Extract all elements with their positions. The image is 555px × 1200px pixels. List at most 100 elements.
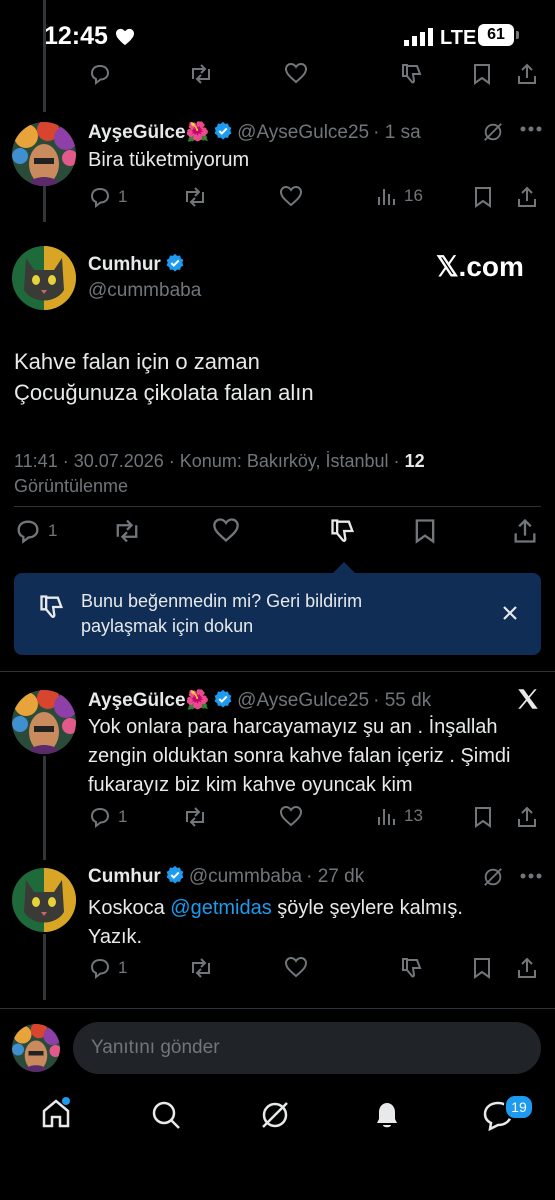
divider bbox=[0, 671, 555, 672]
like-icon[interactable] bbox=[284, 956, 308, 978]
heart-icon bbox=[115, 28, 135, 46]
tweet-text: Bira tüketmiyorum bbox=[88, 149, 250, 171]
share-icon[interactable] bbox=[515, 805, 539, 829]
reply-line: Yok onlara para harcayamayız şu an . İnş… bbox=[88, 716, 498, 738]
nav-search[interactable] bbox=[150, 1099, 182, 1131]
reply-input[interactable]: Yanıtını gönder bbox=[73, 1022, 541, 1074]
reply-icon bbox=[88, 185, 112, 209]
status-time: 12:45 bbox=[44, 22, 135, 51]
views-button[interactable]: 13 bbox=[376, 805, 423, 827]
author-handle[interactable]: @cummbaba bbox=[88, 280, 201, 302]
verified-badge-icon bbox=[165, 865, 185, 885]
avatar-cumhur[interactable] bbox=[12, 246, 76, 310]
tweet-header: AyşeGülce🌺 @AyseGulce25 · 55 dk bbox=[88, 688, 431, 712]
tweet-header: AyşeGülce🌺 @AyseGulce25 · 1 sa bbox=[88, 120, 421, 144]
retweet-icon[interactable] bbox=[112, 517, 142, 545]
more-icon[interactable] bbox=[520, 873, 542, 879]
bell-icon bbox=[377, 1103, 397, 1128]
reply-button[interactable]: 1 bbox=[88, 185, 127, 209]
grok-icon[interactable] bbox=[482, 121, 504, 143]
battery-tip bbox=[516, 31, 519, 39]
share-icon[interactable] bbox=[515, 185, 539, 209]
reply-button[interactable]: 1 bbox=[88, 956, 127, 980]
dislike-icon[interactable] bbox=[329, 517, 357, 545]
tweet-actions: 1 13 bbox=[0, 805, 555, 835]
tweet-header: Cumhur @cummbaba · 27 dk bbox=[88, 865, 364, 888]
retweet-icon[interactable] bbox=[188, 956, 214, 980]
like-icon[interactable] bbox=[284, 62, 308, 84]
main-tweet-line: Kahve falan için o zaman bbox=[14, 349, 260, 374]
reply-icon bbox=[14, 517, 42, 545]
author-name[interactable]: AyşeGülce🌺 bbox=[88, 690, 209, 711]
reply-line: fukarayız biz kim kahve oyuncak kim bbox=[88, 774, 413, 796]
bookmark-icon[interactable] bbox=[471, 956, 493, 980]
avatar-aysegulce[interactable] bbox=[12, 690, 76, 754]
grok-icon[interactable] bbox=[482, 866, 504, 888]
reply-button[interactable]: 1 bbox=[88, 805, 127, 829]
x-logo-icon bbox=[515, 686, 541, 712]
retweet-icon[interactable] bbox=[182, 805, 208, 829]
top-action-row bbox=[0, 62, 555, 92]
meta-text: 11:41 · 30.07.2026 · Konum: Bakırköy, İs… bbox=[14, 451, 400, 471]
thread-line bbox=[43, 0, 46, 112]
divider bbox=[0, 1008, 555, 1009]
views-icon bbox=[376, 185, 398, 207]
share-icon[interactable] bbox=[515, 62, 539, 86]
more-icon[interactable] bbox=[520, 126, 542, 132]
bookmark-icon[interactable] bbox=[412, 517, 438, 545]
verified-badge-icon bbox=[213, 689, 233, 709]
author-name[interactable]: Cumhur bbox=[88, 866, 161, 887]
reply-count: 1 bbox=[118, 807, 128, 826]
avatar-cumhur[interactable] bbox=[12, 868, 76, 932]
bookmark-icon[interactable] bbox=[472, 185, 494, 209]
like-icon[interactable] bbox=[212, 517, 240, 543]
tweet-meta: 11:41 · 30.07.2026 · Konum: Bakırköy, İs… bbox=[14, 449, 544, 499]
feedback-banner[interactable]: Bunu beğenmedin mi? Geri bildirim paylaş… bbox=[14, 573, 541, 655]
author-handle[interactable]: @AyseGulce25 bbox=[237, 690, 369, 711]
author-name[interactable]: Cumhur bbox=[88, 254, 161, 275]
share-icon[interactable] bbox=[511, 517, 539, 545]
battery-level: 61 bbox=[487, 26, 505, 43]
network-label: LTE bbox=[440, 27, 477, 49]
like-icon[interactable] bbox=[279, 805, 303, 827]
dislike-icon[interactable] bbox=[399, 62, 425, 86]
verified-badge-icon bbox=[165, 253, 185, 273]
banner-pointer bbox=[333, 562, 355, 573]
share-icon[interactable] bbox=[515, 956, 539, 980]
mention-link[interactable]: @getmidas bbox=[170, 897, 271, 919]
reply-count: 1 bbox=[118, 958, 128, 977]
tweet-time: · 27 dk bbox=[306, 866, 365, 887]
author-handle[interactable]: @cummbaba bbox=[189, 866, 302, 887]
views-button[interactable]: 16 bbox=[376, 185, 423, 207]
reply-icon bbox=[88, 956, 112, 980]
my-avatar[interactable] bbox=[12, 1024, 60, 1072]
retweet-icon[interactable] bbox=[188, 62, 214, 86]
battery-icon: 61 bbox=[478, 24, 514, 46]
author-name[interactable]: AyşeGülce🌺 bbox=[88, 122, 209, 143]
reply-count: 1 bbox=[118, 187, 128, 206]
tweet-time: · 1 sa bbox=[373, 122, 421, 143]
nav-notifications[interactable] bbox=[371, 1099, 403, 1131]
feedback-line: paylaşmak için dokun bbox=[81, 616, 254, 636]
main-author: Cumhur bbox=[88, 253, 189, 276]
retweet-icon[interactable] bbox=[182, 185, 208, 209]
bookmark-icon[interactable] bbox=[471, 62, 493, 86]
dislike-icon bbox=[38, 593, 66, 621]
nav-grok[interactable] bbox=[259, 1099, 291, 1131]
tweet-actions: 1 bbox=[0, 956, 555, 986]
reply-button[interactable]: 1 bbox=[14, 517, 57, 545]
tweet-actions: 1 16 bbox=[0, 185, 555, 215]
views-count: 16 bbox=[404, 186, 423, 205]
avatar-aysegulce[interactable] bbox=[12, 122, 76, 186]
author-handle[interactable]: @AyseGulce25 bbox=[237, 122, 369, 143]
dislike-icon[interactable] bbox=[399, 956, 425, 980]
tweet-time: · 55 dk bbox=[373, 690, 432, 711]
nav-home[interactable] bbox=[40, 1097, 72, 1130]
reply-icon[interactable] bbox=[88, 62, 112, 86]
main-tweet-text: Kahve falan için o zaman Çocuğunuza çiko… bbox=[14, 346, 314, 408]
divider bbox=[14, 506, 541, 507]
bookmark-icon[interactable] bbox=[472, 805, 494, 829]
reply-placeholder: Yanıtını gönder bbox=[91, 1037, 220, 1058]
close-icon[interactable] bbox=[502, 605, 518, 621]
like-icon[interactable] bbox=[279, 185, 303, 207]
